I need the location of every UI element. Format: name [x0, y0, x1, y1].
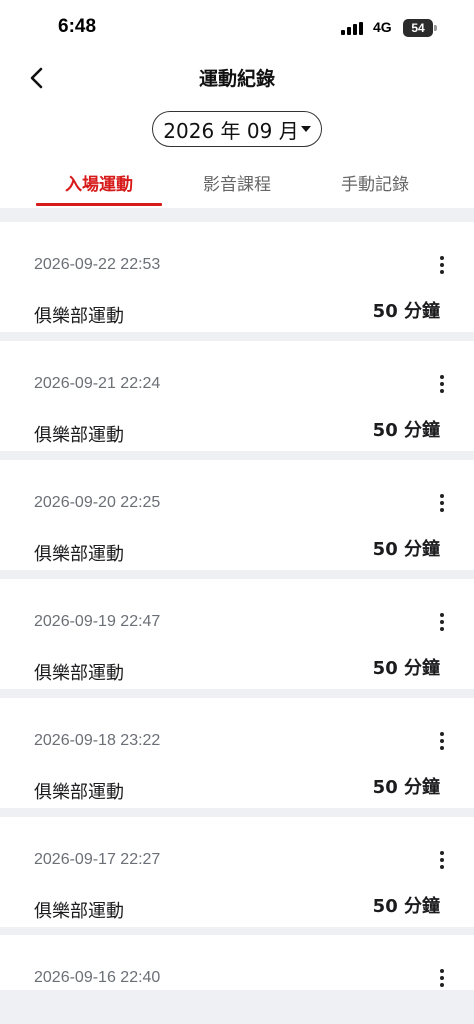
nav-bar: 運動紀錄: [0, 56, 474, 100]
more-options-icon[interactable]: [432, 849, 452, 871]
record-timestamp: 2026-09-19 22:47: [34, 613, 161, 630]
record-card[interactable]: 2026-09-16 22:40: [0, 935, 474, 990]
status-time: 6:48: [58, 16, 97, 37]
record-duration: 50 分鐘: [372, 539, 440, 560]
network-type: 4G: [373, 19, 392, 35]
record-timestamp: 2026-09-21 22:24: [34, 375, 161, 392]
record-card[interactable]: 2026-09-18 23:22 俱樂部運動 50 分鐘: [0, 698, 474, 808]
month-picker[interactable]: 2026 年 09 月: [152, 111, 322, 147]
status-bar: 6:48 4G 54: [0, 0, 474, 56]
record-timestamp: 2026-09-20 22:25: [34, 494, 161, 511]
record-duration: 50 分鐘: [372, 301, 440, 322]
month-picker-value: 2026 年 09 月: [163, 118, 299, 143]
battery-icon: 54: [403, 19, 433, 37]
record-card[interactable]: 2026-09-20 22:25 俱樂部運動 50 分鐘: [0, 460, 474, 570]
more-options-icon[interactable]: [432, 730, 452, 752]
record-duration: 50 分鐘: [372, 896, 440, 917]
record-timestamp: 2026-09-17 22:27: [34, 851, 161, 868]
record-type: 俱樂部運動: [34, 663, 124, 684]
record-type: 俱樂部運動: [34, 306, 124, 327]
record-duration: 50 分鐘: [372, 420, 440, 441]
record-timestamp: 2026-09-16 22:40: [34, 969, 161, 986]
record-card[interactable]: 2026-09-21 22:24 俱樂部運動 50 分鐘: [0, 341, 474, 451]
battery-tip: [434, 25, 437, 31]
page-title: 運動紀錄: [198, 68, 275, 90]
record-card[interactable]: 2026-09-17 22:27 俱樂部運動 50 分鐘: [0, 817, 474, 927]
record-duration: 50 分鐘: [372, 777, 440, 798]
tab-venue-workout[interactable]: 入場運動: [36, 170, 162, 195]
record-timestamp: 2026-09-18 23:22: [34, 732, 161, 749]
more-options-icon[interactable]: [432, 373, 452, 395]
record-type: 俱樂部運動: [34, 901, 124, 922]
records-list: 2026-09-22 22:53 俱樂部運動 50 分鐘 2026-09-21 …: [0, 208, 474, 1024]
record-timestamp: 2026-09-22 22:53: [34, 256, 161, 273]
more-options-icon[interactable]: [432, 967, 452, 989]
signal-strength-icon: [341, 22, 365, 35]
record-card[interactable]: 2026-09-22 22:53 俱樂部運動 50 分鐘: [0, 222, 474, 332]
record-type: 俱樂部運動: [34, 425, 124, 446]
more-options-icon[interactable]: [432, 492, 452, 514]
record-type: 俱樂部運動: [34, 544, 124, 565]
tab-video-courses[interactable]: 影音課程: [174, 170, 300, 195]
active-tab-indicator: [36, 203, 162, 206]
caret-down-icon: [300, 126, 311, 132]
more-options-icon[interactable]: [432, 254, 452, 276]
tab-manual-records[interactable]: 手動記錄: [312, 170, 438, 195]
tab-bar: 入場運動 影音課程 手動記錄: [0, 160, 474, 208]
record-duration: 50 分鐘: [372, 658, 440, 679]
more-options-icon[interactable]: [432, 611, 452, 633]
record-card[interactable]: 2026-09-19 22:47 俱樂部運動 50 分鐘: [0, 579, 474, 689]
record-type: 俱樂部運動: [34, 782, 124, 803]
